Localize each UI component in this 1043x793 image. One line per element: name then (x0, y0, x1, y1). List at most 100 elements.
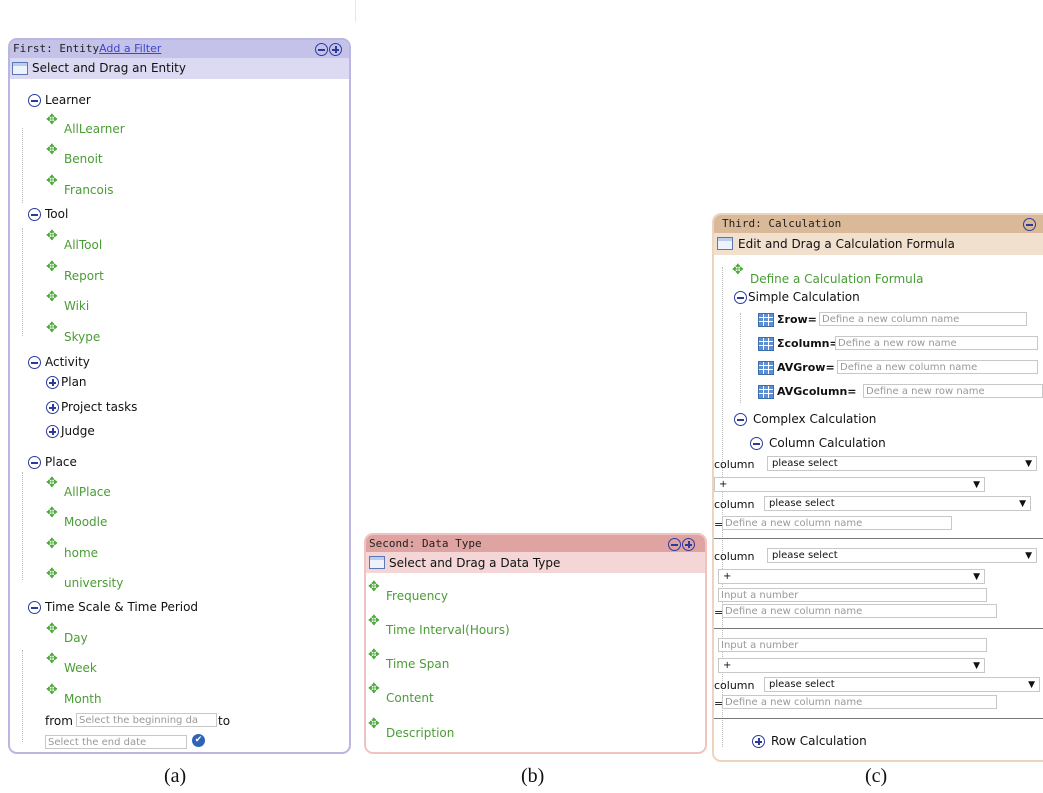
avg-column-input[interactable]: Define a new row name (863, 384, 1043, 398)
sum-column-input[interactable]: Define a new row name (835, 336, 1038, 350)
activity-item-plan[interactable]: Plan (46, 375, 87, 389)
dropdown-arrow-icon: ▼ (973, 661, 980, 671)
group-tool[interactable]: Tool (28, 207, 68, 221)
data-type-panel-subheader: Select and Drag a Data Type (366, 552, 705, 573)
new-column-input[interactable]: Define a new column name (722, 604, 997, 618)
collapse-icon[interactable] (28, 94, 41, 107)
complex-calculation-group[interactable]: Complex Calculation (734, 412, 876, 426)
collapse-icon[interactable] (668, 538, 681, 551)
entity-item-home[interactable]: home (46, 536, 98, 560)
avg-column-label: AVGcolumn= (777, 385, 857, 398)
entity-item-month[interactable]: Month (46, 682, 102, 706)
calculation-panel-header: Third: Calculation (714, 215, 1043, 246)
data-type-item-time-span[interactable]: Time Span (368, 647, 449, 671)
data-type-panel-header: Second: Data Type (366, 535, 705, 552)
define-formula-item[interactable]: Define a Calculation Formula (732, 262, 923, 286)
entity-item-francois[interactable]: Francois (46, 173, 113, 197)
calculation-panel-subheader: Edit and Drag a Calculation Formula (714, 233, 1043, 255)
expand-icon[interactable] (752, 735, 765, 748)
grid-icon (758, 337, 774, 351)
expand-icon[interactable] (682, 538, 695, 551)
expand-icon[interactable] (329, 43, 342, 56)
separator (714, 538, 1043, 539)
column-label: column (714, 550, 755, 563)
activity-item-judge[interactable]: Judge (46, 424, 95, 438)
operator-select[interactable]: + ▼ (718, 658, 985, 673)
number-input[interactable]: Input a number (718, 588, 987, 602)
sum-row-input[interactable]: Define a new column name (819, 312, 1027, 326)
move-icon (46, 651, 64, 670)
item-label: Description (386, 726, 455, 740)
begin-date-input[interactable]: Select the beginning da (76, 713, 217, 727)
simple-calculation-group[interactable]: Simple Calculation (734, 290, 860, 304)
move-icon (368, 613, 386, 632)
activity-item-project-tasks[interactable]: Project tasks (46, 400, 137, 414)
column-select[interactable]: please select ▼ (767, 456, 1037, 471)
new-column-input[interactable]: Define a new column name (722, 695, 997, 709)
entity-item-wiki[interactable]: Wiki (46, 289, 89, 313)
column-calculation-group[interactable]: Column Calculation (750, 436, 886, 450)
data-type-item-frequency[interactable]: Frequency (368, 579, 448, 603)
select-value: please select (769, 679, 835, 690)
end-date-input[interactable]: Select the end date (45, 735, 187, 749)
expand-icon[interactable] (46, 376, 59, 389)
dropdown-arrow-icon: ▼ (1019, 499, 1026, 509)
entity-item-allplace[interactable]: AllPlace (46, 475, 111, 499)
collapse-icon[interactable] (750, 437, 763, 450)
row-calculation-group[interactable]: Row Calculation (752, 734, 867, 748)
grid-icon (758, 385, 774, 399)
data-type-panel: Second: Data Type Select and Drag a Data… (364, 533, 707, 754)
group-label: Time Scale & Time Period (45, 600, 199, 614)
collapse-icon[interactable] (28, 356, 41, 369)
column-select[interactable]: please select ▼ (764, 496, 1031, 511)
expand-icon[interactable] (46, 425, 59, 438)
collapse-icon[interactable] (1023, 218, 1036, 231)
collapse-icon[interactable] (315, 43, 328, 56)
item-label: Time Interval(Hours) (386, 623, 510, 637)
calculation-subheader-text: Edit and Drag a Calculation Formula (738, 237, 955, 251)
item-label: AllPlace (64, 485, 111, 499)
entity-item-university[interactable]: university (46, 566, 123, 590)
entity-panel-subheader: Select and Drag an Entity (10, 58, 349, 79)
collapse-icon[interactable] (28, 601, 41, 614)
move-icon (368, 647, 386, 666)
data-type-subheader-text: Select and Drag a Data Type (389, 556, 561, 570)
entity-item-week[interactable]: Week (46, 651, 97, 675)
data-type-item-description[interactable]: Description (368, 716, 455, 740)
expand-icon[interactable] (46, 401, 59, 414)
collapse-icon[interactable] (28, 208, 41, 221)
group-activity[interactable]: Activity (28, 355, 90, 369)
item-label: Benoit (64, 152, 103, 166)
entity-item-moodle[interactable]: Moodle (46, 505, 107, 529)
entity-item-alllearner[interactable]: AllLearner (46, 112, 125, 136)
data-type-item-time-interval[interactable]: Time Interval(Hours) (368, 613, 510, 637)
collapse-icon[interactable] (28, 456, 41, 469)
group-learner[interactable]: Learner (28, 93, 91, 107)
entity-item-report[interactable]: Report (46, 259, 104, 283)
entity-panel: First: EntityAdd a Filter Select and Dra… (8, 38, 351, 754)
select-value: + (723, 660, 732, 671)
column-select[interactable]: please select ▼ (767, 548, 1037, 563)
data-type-item-content[interactable]: Content (368, 681, 434, 705)
entity-item-day[interactable]: Day (46, 621, 88, 645)
operator-select[interactable]: + ▼ (714, 477, 985, 492)
entity-item-alltool[interactable]: AllTool (46, 228, 102, 252)
collapse-icon[interactable] (734, 413, 747, 426)
avg-row-input[interactable]: Define a new column name (837, 360, 1038, 374)
add-filter-link[interactable]: Add a Filter (99, 42, 161, 55)
collapse-icon[interactable] (734, 291, 747, 304)
entity-item-skype[interactable]: Skype (46, 320, 100, 344)
column-select[interactable]: please select ▼ (764, 677, 1040, 692)
column-label: column (714, 498, 755, 511)
operator-select[interactable]: + ▼ (718, 569, 985, 584)
entity-subheader-text: Select and Drag an Entity (32, 61, 186, 75)
entity-item-benoit[interactable]: Benoit (46, 142, 103, 166)
move-icon (368, 579, 386, 598)
confirm-check-icon[interactable]: ✔ (192, 734, 205, 747)
tree-guide (22, 472, 23, 580)
group-place[interactable]: Place (28, 455, 77, 469)
new-column-input[interactable]: Define a new column name (722, 516, 952, 530)
group-time[interactable]: Time Scale & Time Period (28, 600, 198, 614)
item-label: Project tasks (61, 400, 138, 414)
number-input[interactable]: Input a number (718, 638, 987, 652)
